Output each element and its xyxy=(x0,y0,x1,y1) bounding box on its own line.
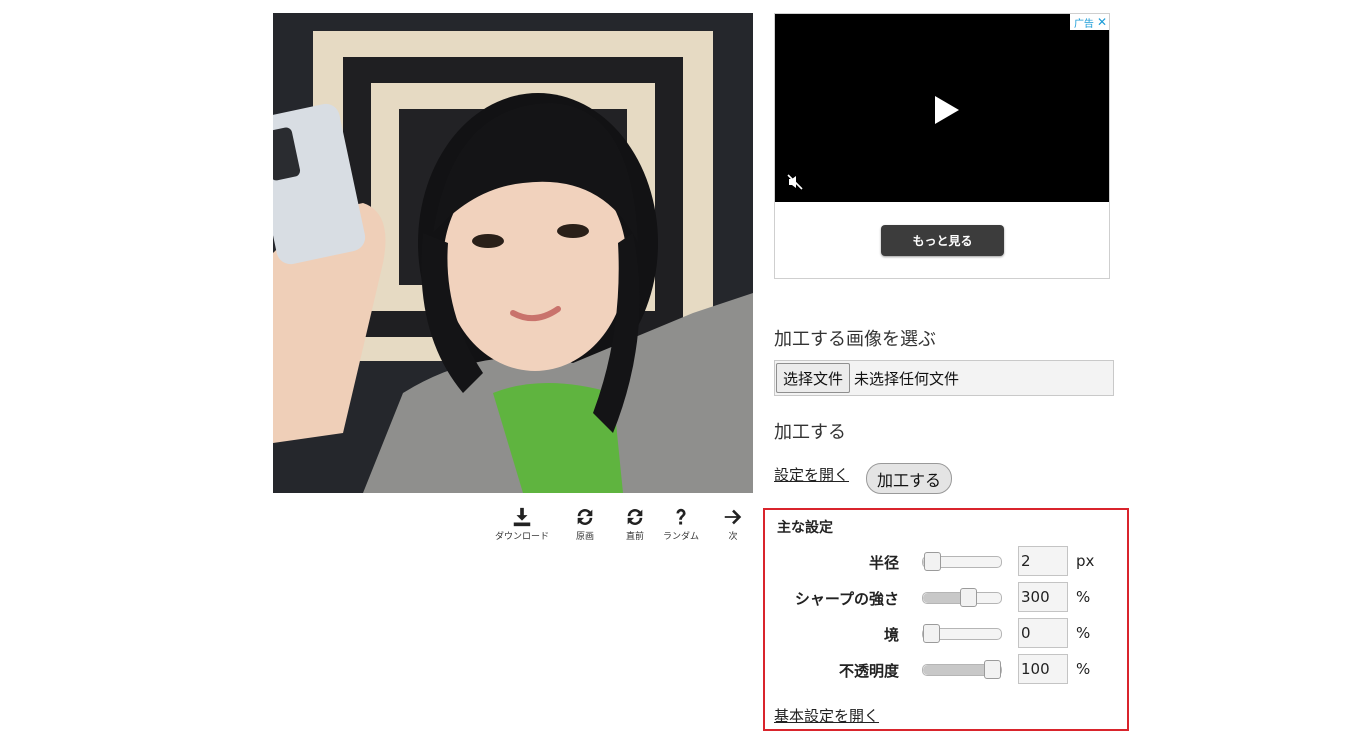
next-label: 次 xyxy=(728,532,738,542)
original-button[interactable]: 原画 xyxy=(574,506,596,542)
radius-slider-thumb[interactable] xyxy=(924,552,941,571)
threshold-slider-thumb[interactable] xyxy=(923,624,940,643)
setting-row-radius: 半径 2 px xyxy=(765,545,1127,577)
process-heading: 加工する xyxy=(774,422,846,443)
refresh-icon xyxy=(627,509,643,525)
setting-row-opacity: 不透明度 100 % xyxy=(765,653,1127,685)
open-settings-link[interactable]: 設定を開く xyxy=(774,464,849,485)
next-button[interactable]: 次 xyxy=(722,506,744,542)
threshold-input[interactable]: 0 xyxy=(1018,618,1068,648)
random-label: ランダム xyxy=(663,532,700,542)
radius-slider[interactable] xyxy=(922,552,1002,571)
radius-unit: px xyxy=(1076,552,1095,570)
strength-slider[interactable] xyxy=(922,588,1002,607)
download-label: ダウンロード xyxy=(495,532,550,542)
video-ad[interactable]: 广告 ✕ もっと見る xyxy=(774,13,1110,279)
ad-video[interactable] xyxy=(775,14,1109,202)
download-button[interactable]: ダウンロード xyxy=(495,506,549,542)
choose-image-heading: 加工する画像を選ぶ xyxy=(774,329,936,350)
ad-badge[interactable]: 广告 ✕ xyxy=(1069,14,1109,30)
opacity-slider-fill xyxy=(923,665,993,675)
opacity-unit: % xyxy=(1076,660,1091,678)
setting-row-threshold: 境 0 % xyxy=(765,617,1127,649)
refresh-icon xyxy=(577,509,593,525)
opacity-slider[interactable] xyxy=(922,660,1002,679)
threshold-slider[interactable] xyxy=(922,624,1002,643)
preview-image xyxy=(273,13,753,493)
arrow-right-icon xyxy=(724,509,742,525)
previous-button[interactable]: 直前 xyxy=(624,506,646,542)
settings-title: 主な設定 xyxy=(777,520,833,536)
basic-settings-link[interactable]: 基本設定を開く xyxy=(774,705,879,726)
question-icon xyxy=(676,508,686,525)
previous-label: 直前 xyxy=(625,532,644,542)
file-input[interactable]: 选择文件 未选择任何文件 xyxy=(774,360,1114,396)
choose-file-button[interactable]: 选择文件 xyxy=(776,363,851,393)
opacity-slider-thumb[interactable] xyxy=(984,660,1001,679)
strength-unit: % xyxy=(1076,588,1091,606)
opacity-input[interactable]: 100 xyxy=(1018,654,1068,684)
opacity-label: 不透明度 xyxy=(838,662,899,680)
random-button[interactable]: ランダム xyxy=(663,506,699,542)
process-button[interactable]: 加工する xyxy=(866,463,952,494)
strength-input[interactable]: 300 xyxy=(1018,582,1068,612)
radius-input[interactable]: 2 xyxy=(1018,546,1068,576)
strength-label: シャープの強さ xyxy=(794,590,899,608)
threshold-unit: % xyxy=(1076,624,1091,642)
play-icon[interactable] xyxy=(935,96,959,128)
original-label: 原画 xyxy=(575,532,594,542)
radius-label: 半径 xyxy=(868,554,899,572)
close-icon[interactable]: ✕ xyxy=(1097,15,1107,29)
strength-slider-thumb[interactable] xyxy=(960,588,977,607)
ad-badge-label: 广告 xyxy=(1073,18,1094,30)
see-more-button[interactable]: もっと見る xyxy=(881,225,1004,256)
main-settings-panel: 主な設定 半径 2 px シャープの強さ 300 % 境 0 % 不透明度 10… xyxy=(763,508,1129,731)
file-status: 未选择任何文件 xyxy=(854,369,960,388)
setting-row-strength: シャープの強さ 300 % xyxy=(765,581,1127,613)
threshold-label: 境 xyxy=(883,626,899,644)
download-icon xyxy=(513,507,531,527)
mute-icon[interactable] xyxy=(787,174,803,194)
